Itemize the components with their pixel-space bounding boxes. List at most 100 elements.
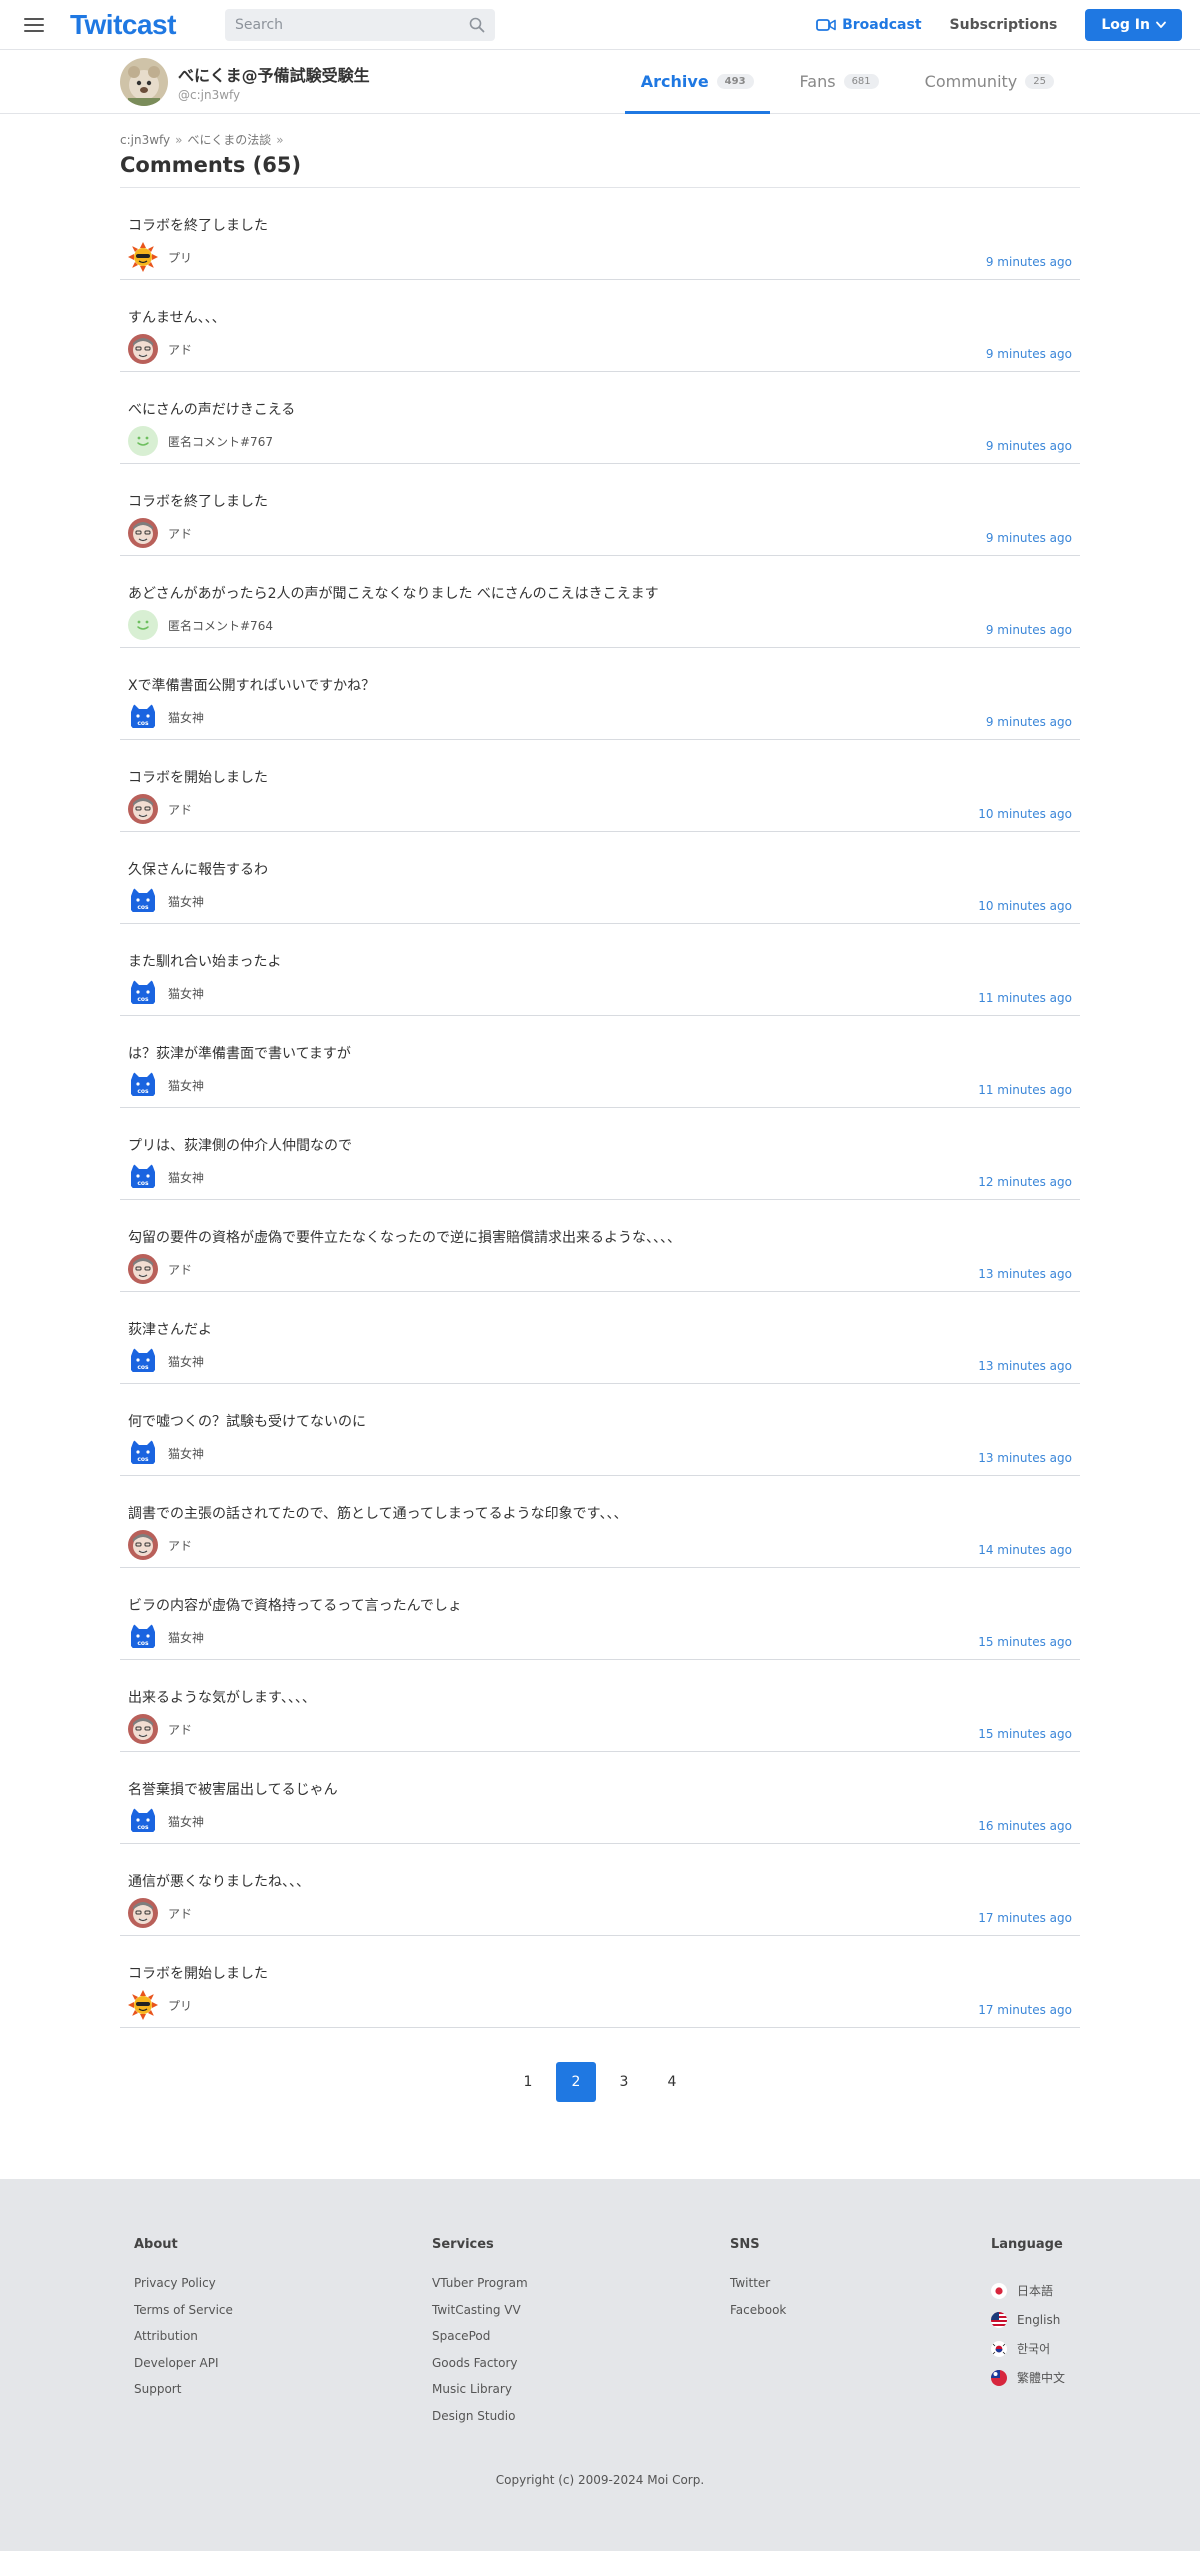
face-avatar[interactable] [128, 1714, 158, 1744]
cat-avatar[interactable]: cos [128, 1622, 158, 1652]
comment-timestamp[interactable]: 17 minutes ago [978, 1911, 1072, 1925]
comment-timestamp[interactable]: 10 minutes ago [978, 899, 1072, 913]
page-2-button[interactable]: 2 [556, 2062, 596, 2102]
comment-user[interactable]: cos 猫女神 [128, 1070, 204, 1100]
footer-link-music[interactable]: Music Library [432, 2382, 528, 2409]
comment-user[interactable]: cos 猫女神 [128, 978, 204, 1008]
footer-link-vtuber[interactable]: VTuber Program [432, 2276, 528, 2303]
tab-archive[interactable]: Archive 493 [624, 50, 770, 114]
tab-fans[interactable]: Fans 681 [784, 50, 895, 113]
face-avatar[interactable] [128, 518, 158, 548]
face-avatar[interactable] [128, 1254, 158, 1284]
comment-username[interactable]: アド [168, 1537, 192, 1554]
comment-username[interactable]: アド [168, 341, 192, 358]
comment-username[interactable]: プリ [168, 249, 192, 266]
comment-timestamp[interactable]: 10 minutes ago [978, 807, 1072, 821]
anon-avatar[interactable] [128, 426, 158, 456]
comment-timestamp[interactable]: 13 minutes ago [978, 1359, 1072, 1373]
cat-avatar[interactable]: cos [128, 1162, 158, 1192]
comment-user[interactable]: 匿名コメント#767 [128, 426, 273, 456]
comment-user[interactable]: アド [128, 794, 192, 824]
cat-avatar[interactable]: cos [128, 1438, 158, 1468]
comment-timestamp[interactable]: 13 minutes ago [978, 1267, 1072, 1281]
search-box[interactable] [224, 8, 495, 41]
footer-link-facebook[interactable]: Facebook [730, 2303, 786, 2330]
comment-user[interactable]: アド [128, 1898, 192, 1928]
sun-avatar[interactable] [128, 1990, 158, 2020]
footer-link-developer-api[interactable]: Developer API [134, 2356, 233, 2383]
comment-user[interactable]: 匿名コメント#764 [128, 610, 273, 640]
cat-avatar[interactable]: cos [128, 886, 158, 916]
footer-link-goods[interactable]: Goods Factory [432, 2356, 528, 2383]
footer-link-terms[interactable]: Terms of Service [134, 2303, 233, 2330]
menu-icon[interactable] [24, 17, 44, 32]
face-avatar[interactable] [128, 794, 158, 824]
face-avatar[interactable] [128, 1530, 158, 1560]
language-traditional-chinese[interactable]: 繁體中文 [991, 2363, 1065, 2392]
profile-avatar[interactable] [120, 57, 168, 106]
comment-timestamp[interactable]: 15 minutes ago [978, 1635, 1072, 1649]
login-button[interactable]: Log In [1085, 8, 1182, 41]
comment-username[interactable]: 猫女神 [168, 985, 204, 1002]
comment-timestamp[interactable]: 9 minutes ago [986, 623, 1072, 637]
comment-username[interactable]: 猫女神 [168, 1629, 204, 1646]
comment-username[interactable]: プリ [168, 1997, 192, 2014]
broadcast-button[interactable]: Broadcast [816, 17, 922, 33]
comment-user[interactable]: アド [128, 518, 192, 548]
footer-link-attribution[interactable]: Attribution [134, 2329, 233, 2356]
twitcast-logo[interactable]: Twitcast [70, 9, 176, 41]
comment-timestamp[interactable]: 13 minutes ago [978, 1451, 1072, 1465]
cat-avatar[interactable]: cos [128, 1806, 158, 1836]
sun-avatar[interactable] [128, 242, 158, 272]
comment-username[interactable]: 猫女神 [168, 1813, 204, 1830]
comment-timestamp[interactable]: 9 minutes ago [986, 255, 1072, 269]
tab-community[interactable]: Community 25 [909, 50, 1070, 113]
comment-user[interactable]: cos 猫女神 [128, 886, 204, 916]
cat-avatar[interactable]: cos [128, 702, 158, 732]
footer-link-vv[interactable]: TwitCasting VV [432, 2303, 528, 2330]
comment-username[interactable]: 猫女神 [168, 1169, 204, 1186]
comment-user[interactable]: アド [128, 1254, 192, 1284]
comment-timestamp[interactable]: 9 minutes ago [986, 347, 1072, 361]
comment-timestamp[interactable]: 12 minutes ago [978, 1175, 1072, 1189]
comment-username[interactable]: 匿名コメント#767 [168, 433, 273, 450]
comment-username[interactable]: アド [168, 1721, 192, 1738]
face-avatar[interactable] [128, 1898, 158, 1928]
comment-timestamp[interactable]: 11 minutes ago [978, 1083, 1072, 1097]
language-japanese[interactable]: 日本語 [991, 2276, 1065, 2305]
comment-username[interactable]: 匿名コメント#764 [168, 617, 273, 634]
face-avatar[interactable] [128, 334, 158, 364]
search-input[interactable] [234, 16, 469, 33]
comment-username[interactable]: 猫女神 [168, 709, 204, 726]
comment-username[interactable]: アド [168, 801, 192, 818]
comment-username[interactable]: 猫女神 [168, 1077, 204, 1094]
comment-user[interactable]: プリ [128, 242, 192, 272]
anon-avatar[interactable] [128, 610, 158, 640]
comment-username[interactable]: 猫女神 [168, 1445, 204, 1462]
page-1-button[interactable]: 1 [508, 2062, 548, 2102]
profile-name[interactable]: べにくま@予備試験受験生 [178, 62, 370, 86]
breadcrumb-user[interactable]: c:jn3wfy [120, 133, 170, 147]
page-4-button[interactable]: 4 [652, 2062, 692, 2102]
comment-username[interactable]: 猫女神 [168, 1353, 204, 1370]
comment-username[interactable]: アド [168, 1261, 192, 1278]
comment-user[interactable]: cos 猫女神 [128, 1622, 204, 1652]
comment-user[interactable]: cos 猫女神 [128, 1806, 204, 1836]
comment-timestamp[interactable]: 14 minutes ago [978, 1543, 1072, 1557]
comment-username[interactable]: 猫女神 [168, 893, 204, 910]
comment-timestamp[interactable]: 9 minutes ago [986, 439, 1072, 453]
search-icon[interactable] [469, 17, 485, 33]
footer-link-twitter[interactable]: Twitter [730, 2276, 786, 2303]
comment-user[interactable]: cos 猫女神 [128, 702, 204, 732]
comment-timestamp[interactable]: 9 minutes ago [986, 531, 1072, 545]
cat-avatar[interactable]: cos [128, 978, 158, 1008]
comment-user[interactable]: プリ [128, 1990, 192, 2020]
comment-user[interactable]: アド [128, 1530, 192, 1560]
language-korean[interactable]: 한국어 [991, 2334, 1065, 2363]
page-3-button[interactable]: 3 [604, 2062, 644, 2102]
comment-username[interactable]: アド [168, 1905, 192, 1922]
footer-link-privacy[interactable]: Privacy Policy [134, 2276, 233, 2303]
comment-timestamp[interactable]: 15 minutes ago [978, 1727, 1072, 1741]
comment-user[interactable]: cos 猫女神 [128, 1162, 204, 1192]
cat-avatar[interactable]: cos [128, 1070, 158, 1100]
